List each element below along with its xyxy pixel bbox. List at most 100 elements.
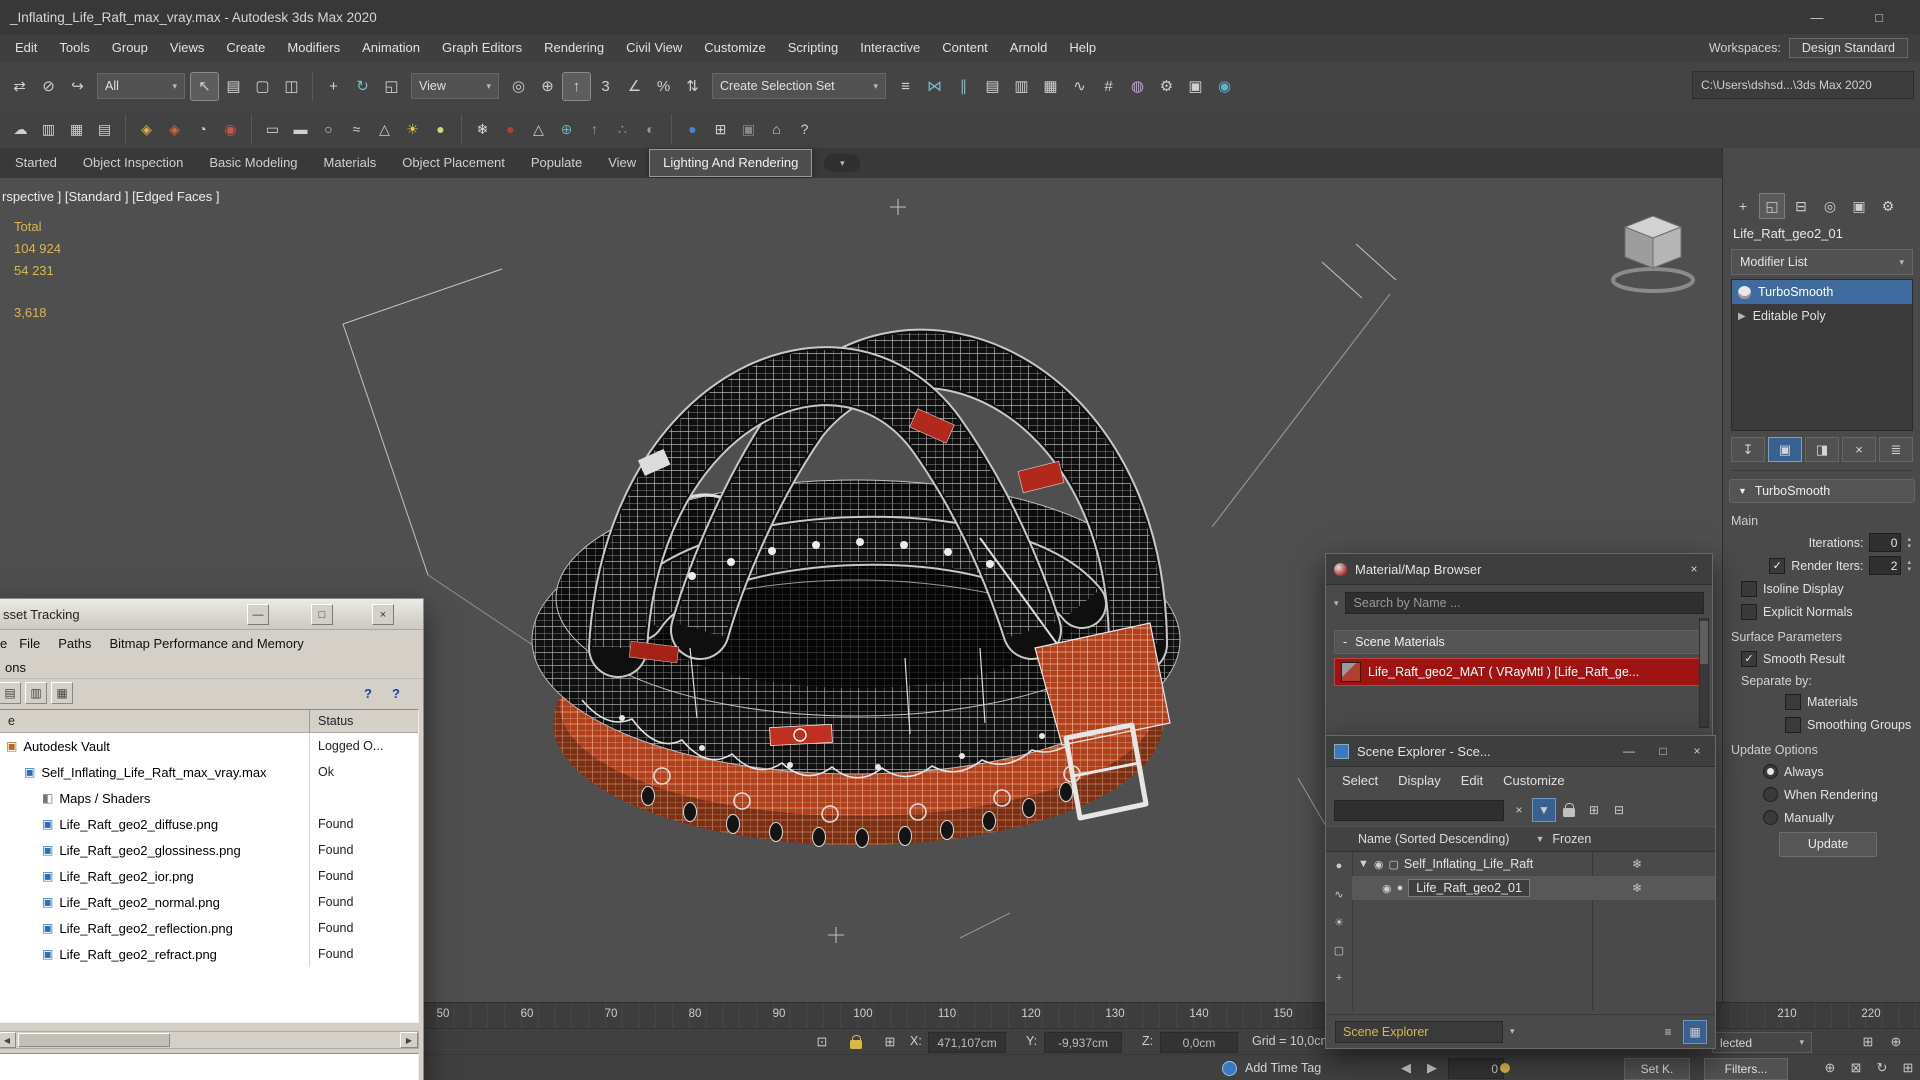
material-browser-title-bar[interactable]: Material/Map Browser × <box>1326 554 1712 585</box>
viewport-label[interactable]: rspective ] [Standard ] [Edged Faces ] <box>2 189 220 204</box>
table-row[interactable]: ▣ Life_Raft_geo2_diffuse.png Found <box>0 811 418 837</box>
value-field-iterations[interactable]: 0 <box>1869 533 1902 552</box>
show-end-result-button[interactable]: ▣ <box>1768 437 1802 462</box>
blue-ball-icon[interactable]: ● <box>680 117 705 142</box>
menu-item-interactive[interactable]: Interactive <box>849 34 931 62</box>
details-view-icon[interactable]: ▦ <box>51 682 73 704</box>
table-row[interactable]: ▣ Life_Raft_geo2_ior.png Found <box>0 863 418 889</box>
pin-stack-button[interactable]: ↧ <box>1731 437 1765 462</box>
ribbon-tab-lighting-and-rendering[interactable]: Lighting And Rendering <box>649 149 813 177</box>
select-and-scale-icon[interactable]: ◱ <box>378 73 405 100</box>
menu-item-edit[interactable]: Edit <box>1451 773 1493 788</box>
named-selection-sets-combo[interactable]: Create Selection Set ▾ <box>712 73 886 99</box>
viewport-layout-icon[interactable]: ⊞ <box>1858 1032 1878 1052</box>
droplet-icon[interactable]: ● <box>498 117 523 142</box>
lock-explorer-icon[interactable] <box>1558 799 1580 821</box>
menu-item-bitmap-performance-and-memory[interactable]: Bitmap Performance and Memory <box>100 636 312 651</box>
batch-render-icon[interactable]: ◈ <box>162 117 187 142</box>
window-crossing-icon[interactable]: ◫ <box>278 73 305 100</box>
scene-explorer-title-bar[interactable]: Scene Explorer - Sce... — □ × <box>1326 736 1715 767</box>
display-shapes-icon[interactable]: ∿ <box>1329 884 1349 904</box>
update-button[interactable]: Update <box>1779 831 1877 857</box>
select-by-name-icon[interactable]: ▤ <box>220 73 247 100</box>
menu-item-select[interactable]: Select <box>1332 773 1388 788</box>
close-icon[interactable]: × <box>1684 562 1704 576</box>
maximize-button[interactable]: □ <box>1653 744 1673 758</box>
screen-grab-icon[interactable]: ⊞ <box>708 117 733 142</box>
scene-object-row[interactable]: ▼ ◉ ▢ Self_Inflating_Life_Raft ❄ <box>1352 852 1715 876</box>
menu-item-paths[interactable]: Paths <box>49 636 100 651</box>
material-scrollbar[interactable] <box>1699 618 1709 728</box>
selection-lock-icon[interactable] <box>846 1032 866 1052</box>
select-object-icon[interactable]: ↖ <box>190 71 219 101</box>
menu-item-civil-view[interactable]: Civil View <box>615 34 693 62</box>
ribbon-tab-object-inspection[interactable]: Object Inspection <box>70 148 196 178</box>
spinner-render-iters[interactable]: ▴ ▾ <box>1907 559 1911 573</box>
projector-icon[interactable]: ◔ <box>190 117 215 142</box>
utilities-tab[interactable]: ⚙ <box>1876 194 1900 218</box>
play-animation-icon[interactable]: ▶ <box>1422 1058 1442 1078</box>
ribbon-minimize-arrow[interactable]: ▾ <box>824 154 861 172</box>
selected-sets-combo[interactable]: lected ▾ <box>1712 1032 1812 1053</box>
scene-materials-section[interactable]: - Scene Materials <box>1334 630 1702 654</box>
workspace-combo[interactable]: Design Standard <box>1788 38 1908 58</box>
menu-item-scripting[interactable]: Scripting <box>777 34 850 62</box>
menu-item-rendering[interactable]: Rendering <box>533 34 615 62</box>
explorer-name-field[interactable]: Scene Explorer <box>1335 1020 1503 1043</box>
menu-item-customize[interactable]: Customize <box>1493 773 1574 788</box>
grass-icon[interactable]: ∴ <box>610 117 635 142</box>
zoom-region-icon[interactable]: ⊕ <box>1886 1032 1906 1052</box>
list-view-icon[interactable]: ▤ <box>0 682 21 704</box>
toggle-layer-explorer-icon[interactable]: ▥ <box>1008 73 1035 100</box>
menu-item-modifiers[interactable]: Modifiers <box>276 34 351 62</box>
select-and-link-icon[interactable]: ⇄ <box>6 73 33 100</box>
minimize-button[interactable]: — <box>247 604 269 625</box>
table-view-icon[interactable]: ▤ <box>92 117 117 142</box>
orbit-icon[interactable]: ↻ <box>1872 1058 1892 1078</box>
modifier-stack-item[interactable]: ▶ Editable Poly <box>1732 304 1912 328</box>
spinner-snap-icon[interactable]: ⇅ <box>679 73 706 100</box>
explorer-list-icon[interactable]: ≡ <box>1657 1021 1679 1043</box>
modifier-list-dropdown[interactable]: Modifier List ▾ <box>1731 249 1913 275</box>
maximize-button[interactable]: □ <box>1868 10 1890 25</box>
scroll-right-icon[interactable]: ▶ <box>400 1032 418 1048</box>
select-and-manipulate-icon[interactable]: ⊕ <box>534 73 561 100</box>
current-frame-field[interactable]: 0 <box>1448 1058 1504 1079</box>
material-editor-icon[interactable]: ◍ <box>1124 73 1151 100</box>
create-tab[interactable]: + <box>1731 194 1755 218</box>
menu-item-animation[interactable]: Animation <box>351 34 431 62</box>
make-unique-button[interactable]: ◨ <box>1805 437 1839 462</box>
maximize-button[interactable]: □ <box>311 604 333 625</box>
display-helpers-icon[interactable]: + <box>1329 968 1349 988</box>
sun-light-icon[interactable]: ☀ <box>400 117 425 142</box>
angle-snap-icon[interactable]: ∠ <box>621 73 648 100</box>
maximize-viewport-icon[interactable]: ⊞ <box>1898 1058 1918 1078</box>
rectangular-selection-region-icon[interactable]: ▢ <box>249 73 276 100</box>
columns-view-icon[interactable]: ▥ <box>25 682 47 704</box>
previous-frame-icon[interactable]: ◀ <box>1396 1058 1416 1078</box>
display-tab[interactable]: ▣ <box>1847 194 1871 218</box>
dot-icon[interactable]: ● <box>1397 882 1404 894</box>
menu-item-content[interactable]: Content <box>931 34 999 62</box>
close-icon[interactable]: × <box>372 604 394 625</box>
radio-manually[interactable] <box>1763 810 1778 825</box>
table-row[interactable]: ▣ Life_Raft_geo2_normal.png Found <box>0 889 418 915</box>
close-icon[interactable]: × <box>1687 744 1707 758</box>
chevron-down-icon[interactable]: ▾ <box>1334 598 1339 609</box>
help-icon[interactable]: ? <box>359 684 377 702</box>
color-samples-icon[interactable]: ◉ <box>218 117 243 142</box>
menu-item-tools[interactable]: Tools <box>48 34 100 62</box>
rendered-frame-window-icon[interactable]: ▣ <box>1182 73 1209 100</box>
project-path-field[interactable]: C:\Users\dshsd...\3ds Max 2020 <box>1692 71 1914 99</box>
table-row[interactable]: ▣ Life_Raft_geo2_glossiness.png Found <box>0 837 418 863</box>
eye-icon[interactable]: ◉ <box>1374 858 1384 871</box>
slate-material-editor-icon[interactable]: ▥ <box>36 117 61 142</box>
toggle-scene-explorer-icon[interactable]: ▤ <box>979 73 1006 100</box>
menu-item-arnold[interactable]: Arnold <box>999 34 1059 62</box>
filter-icon[interactable]: ▼ <box>1532 798 1556 822</box>
z-coordinate-field[interactable]: 0,0cm <box>1160 1032 1238 1053</box>
image-frame-icon[interactable]: ▣ <box>736 117 761 142</box>
mirror-icon[interactable]: ⋈ <box>921 73 948 100</box>
modifier-enable-icon[interactable] <box>1738 285 1751 299</box>
snap-toggle-3d-icon[interactable]: 3 <box>592 73 619 100</box>
